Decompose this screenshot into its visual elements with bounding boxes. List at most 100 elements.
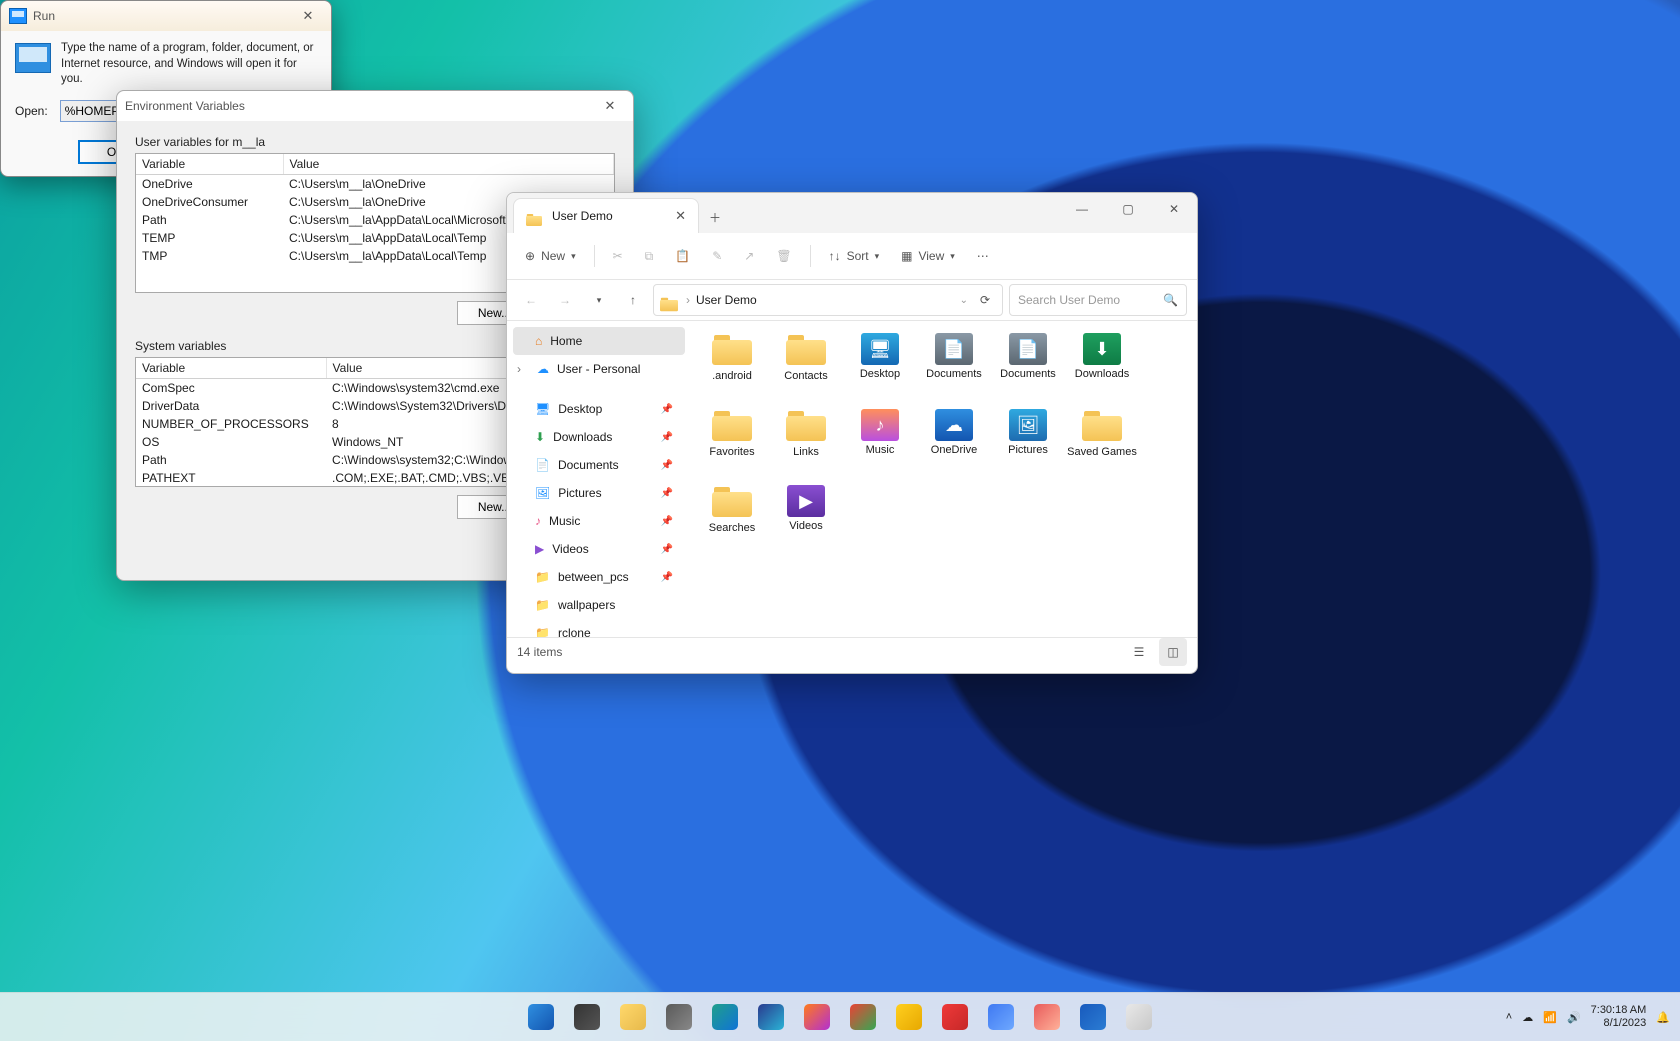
new-tab-button[interactable]: ＋ — [699, 201, 731, 233]
sidebar-item-music[interactable]: ♪Music📌 — [513, 507, 685, 535]
folder-icon — [786, 409, 826, 443]
tray-chevron-icon[interactable]: ˄ — [1506, 1011, 1512, 1023]
refresh-icon[interactable]: ⟳ — [974, 286, 996, 314]
folder-icon: 📁 — [535, 570, 550, 584]
taskbar-app-firefox-dev[interactable] — [751, 997, 791, 1037]
list-item[interactable]: ♪Music — [845, 409, 915, 481]
more-button[interactable]: ⋯ — [969, 240, 997, 272]
taskbar-app-system-properties[interactable] — [1119, 997, 1159, 1037]
view-button[interactable]: ▦View▾ — [893, 240, 963, 272]
list-item[interactable]: ☁OneDrive — [919, 409, 989, 481]
icons-view-icon[interactable]: ◫ — [1159, 638, 1187, 666]
forward-icon[interactable]: → — [551, 286, 579, 314]
up-icon[interactable]: ↑ — [619, 286, 647, 314]
chevron-down-icon[interactable]: ⌄ — [960, 295, 968, 306]
run-icon — [9, 8, 27, 24]
close-icon[interactable]: ✕ — [595, 96, 625, 116]
taskbar-app-file-explorer[interactable] — [613, 997, 653, 1037]
rename-icon[interactable]: ✎ — [704, 240, 730, 272]
var-name: NUMBER_OF_PROCESSORS — [136, 415, 326, 433]
chevron-right-icon[interactable]: › — [517, 362, 529, 376]
explorer-tab[interactable]: User Demo ✕ — [513, 198, 699, 233]
list-item[interactable]: Contacts — [771, 333, 841, 405]
cut-icon[interactable]: ✂ — [605, 240, 631, 272]
paste-icon[interactable]: 📋 — [667, 240, 698, 272]
taskbar-app-calendar[interactable] — [1027, 997, 1067, 1037]
run-titlebar[interactable]: Run ✕ — [1, 1, 331, 31]
taskbar-app-task-view[interactable] — [567, 997, 607, 1037]
maximize-icon[interactable]: ▢ — [1105, 193, 1151, 225]
explorer-content[interactable]: .androidContacts🖥Desktop📄Documents📄Docum… — [691, 321, 1197, 637]
var-name: ComSpec — [136, 379, 326, 398]
tab-close-icon[interactable]: ✕ — [675, 208, 686, 224]
taskbar-app-settings[interactable] — [659, 997, 699, 1037]
sidebar-item-pictures[interactable]: 🖼Pictures📌 — [513, 479, 685, 507]
table-row[interactable]: OneDriveC:\Users\m__la\OneDrive — [136, 175, 614, 194]
notifications-icon[interactable]: 🔔 — [1656, 1011, 1670, 1024]
item-label: Desktop — [860, 368, 900, 381]
col-value[interactable]: Value — [283, 154, 614, 175]
settings-icon — [666, 1004, 692, 1030]
env-titlebar[interactable]: Environment Variables ✕ — [117, 91, 633, 121]
copy-icon[interactable]: ⧉ — [637, 240, 662, 272]
sidebar-item-documents[interactable]: 📄Documents📌 — [513, 451, 685, 479]
list-item[interactable]: Searches — [697, 485, 767, 557]
item-label: Saved Games — [1067, 446, 1137, 459]
share-icon[interactable]: ↗ — [736, 240, 762, 272]
taskbar-app-start[interactable] — [521, 997, 561, 1037]
sidebar-item-videos[interactable]: ▶Videos📌 — [513, 535, 685, 563]
col-variable[interactable]: Variable — [136, 154, 283, 175]
downloads-icon: ⬇ — [1083, 333, 1121, 365]
taskbar-app-edge[interactable] — [705, 997, 745, 1037]
volume-icon[interactable]: 🔊 — [1567, 1011, 1581, 1024]
breadcrumb[interactable]: › User Demo ⌄ ⟳ — [653, 284, 1003, 316]
env-title: Environment Variables — [125, 99, 245, 113]
sidebar-item-downloads[interactable]: ⬇Downloads📌 — [513, 423, 685, 451]
pin-icon: 📌 — [661, 516, 673, 527]
sidebar-item-wallpapers[interactable]: 📁wallpapers — [513, 591, 685, 619]
chevron-right-icon: › — [686, 293, 690, 307]
sidebar-item-rclone[interactable]: 📁rclone — [513, 619, 685, 637]
taskbar-clock[interactable]: 7:30:18 AM 8/1/2023 — [1591, 1004, 1647, 1030]
list-item[interactable]: Links — [771, 409, 841, 481]
sidebar-item-user-personal[interactable]: ›☁User - Personal — [513, 355, 685, 383]
new-button[interactable]: ⊕New▾ — [517, 240, 584, 272]
list-item[interactable]: Favorites — [697, 409, 767, 481]
list-item[interactable]: 🖥Desktop — [845, 333, 915, 405]
list-item[interactable]: 🖼Pictures — [993, 409, 1063, 481]
close-icon[interactable]: ✕ — [1151, 193, 1197, 225]
taskbar-app-vivaldi[interactable] — [935, 997, 975, 1037]
taskbar-app-chrome[interactable] — [843, 997, 883, 1037]
col-variable[interactable]: Variable — [136, 358, 326, 379]
breadcrumb-item[interactable]: User Demo — [696, 293, 757, 307]
delete-icon[interactable]: 🗑 — [768, 240, 799, 272]
taskbar-app-todo[interactable] — [981, 997, 1021, 1037]
back-icon[interactable]: ← — [517, 286, 545, 314]
taskbar-app-firefox[interactable] — [797, 997, 837, 1037]
list-item[interactable]: Saved Games — [1067, 409, 1137, 481]
var-name: Path — [136, 451, 326, 469]
taskbar-app-chrome-canary[interactable] — [889, 997, 929, 1037]
search-input[interactable]: Search User Demo 🔍 — [1009, 284, 1187, 316]
sort-button[interactable]: ↑↓Sort▾ — [821, 240, 888, 272]
sidebar-item-home[interactable]: ⌂Home — [513, 327, 685, 355]
onedrive-tray-icon[interactable]: ☁ — [1522, 1011, 1533, 1024]
item-label: Music — [866, 444, 895, 457]
network-icon[interactable]: 📶 — [1543, 1011, 1557, 1024]
todo-icon — [988, 1004, 1014, 1030]
list-item[interactable]: ⬇Downloads — [1067, 333, 1137, 405]
taskbar-app-word[interactable] — [1073, 997, 1113, 1037]
list-item[interactable]: ▶Videos — [771, 485, 841, 557]
minimize-icon[interactable]: — — [1059, 193, 1105, 225]
sidebar-item-between-pcs[interactable]: 📁between_pcs📌 — [513, 563, 685, 591]
recent-icon[interactable]: ▾ — [585, 286, 613, 314]
list-item[interactable]: .android — [697, 333, 767, 405]
list-item[interactable]: 📄Documents — [993, 333, 1063, 405]
var-name: OneDrive — [136, 175, 283, 194]
close-icon[interactable]: ✕ — [293, 6, 323, 26]
list-item[interactable]: 📄Documents — [919, 333, 989, 405]
details-view-icon[interactable]: ☰ — [1125, 638, 1153, 666]
sidebar-item-desktop[interactable]: 🖥Desktop📌 — [513, 395, 685, 423]
videos-icon: ▶ — [535, 542, 544, 556]
pin-icon: 📌 — [661, 432, 673, 443]
